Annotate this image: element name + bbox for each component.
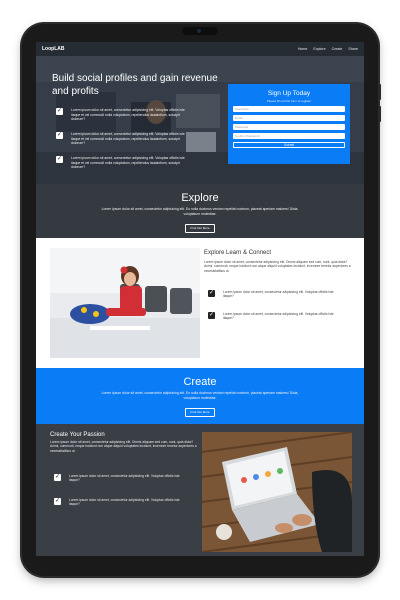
password-input[interactable] xyxy=(233,124,345,130)
hero-list-item-text: Lorem ipsum dolor sit amet, consectetur … xyxy=(71,156,185,170)
nav-link-share[interactable]: Share xyxy=(348,47,358,51)
laptop-image xyxy=(202,432,352,552)
learn-list-item-text: Lorem ipsum dolor sit amet, consectetur … xyxy=(223,312,334,321)
hero-section: Build social profiles and gain revenue a… xyxy=(36,42,364,184)
create-find-out-more-button[interactable]: Find Out More xyxy=(185,407,215,417)
volume-button xyxy=(378,84,381,100)
explore-title: Explore xyxy=(181,192,219,204)
passion-title: Create Your Passion xyxy=(50,432,105,438)
navbar: LoopLAB Home Explore Create Share xyxy=(36,42,364,56)
confirm-password-input[interactable] xyxy=(233,133,345,139)
username-input[interactable] xyxy=(233,106,345,112)
girl-drawing-image xyxy=(50,248,200,358)
learn-title: Explore Learn & Connect xyxy=(204,250,272,256)
passion-list-item: ✓ Lorem ipsum dolor sit amet, consectetu… xyxy=(54,498,189,507)
submit-button[interactable]: Submit xyxy=(233,142,345,148)
nav-link-explore[interactable]: Explore xyxy=(313,47,325,51)
check-icon: ✓ xyxy=(208,312,215,319)
nav-links: Home Explore Create Share xyxy=(298,47,358,51)
hero-list-item: ✓ Lorem ipsum dolor sit amet, consectetu… xyxy=(56,108,189,122)
hero-list-item: ✓ Lorem ipsum dolor sit amet, consectetu… xyxy=(56,156,189,170)
check-icon: ✓ xyxy=(54,498,61,505)
hero-list-item-text: Lorem ipsum dolor sit amet, consectetur … xyxy=(71,108,185,122)
passion-list-item-text: Lorem ipsum dolor sit amet, consectetur … xyxy=(69,498,180,507)
nav-link-create[interactable]: Create xyxy=(332,47,343,51)
check-icon: ✓ xyxy=(56,156,63,163)
passion-text: Lorem ipsum dolor sit amet, consectetur … xyxy=(50,440,197,453)
brand-logo[interactable]: LoopLAB xyxy=(42,46,65,52)
explore-find-out-more-button[interactable]: Find Out More xyxy=(185,223,215,233)
learn-list-item-text: Lorem ipsum dolor sit amet, consectetur … xyxy=(223,290,334,299)
learn-list-item: ✓ Lorem ipsum dolor sit amet, consectetu… xyxy=(208,312,343,321)
explore-section: Explore Lorem ipsum dolor sit amet, cons… xyxy=(36,184,364,238)
email-input[interactable] xyxy=(233,115,345,121)
signup-form: Sign Up Today Please fill out this form … xyxy=(228,84,350,164)
nav-link-home[interactable]: Home xyxy=(298,47,308,51)
hero-list-item-text: Lorem ipsum dolor sit amet, consectetur … xyxy=(71,132,185,146)
learn-text: Lorem ipsum dolor sit amet, consectetur … xyxy=(204,260,351,273)
camera-notch xyxy=(182,27,218,35)
passion-list-item-text: Lorem ipsum dolor sit amet, consectetur … xyxy=(69,474,180,483)
learn-list-item: ✓ Lorem ipsum dolor sit amet, consectetu… xyxy=(208,290,343,299)
passion-section: Create Your Passion Lorem ipsum dolor si… xyxy=(36,424,364,556)
web-page: LoopLAB Home Explore Create Share Build … xyxy=(36,42,364,556)
passion-list-item: ✓ Lorem ipsum dolor sit amet, consectetu… xyxy=(54,474,189,483)
signup-title: Sign Up Today xyxy=(267,90,311,97)
learn-section: Explore Learn & Connect Lorem ipsum dolo… xyxy=(36,238,364,368)
create-section: Create Lorem ipsum dolor sit amet, conse… xyxy=(36,368,364,424)
signup-subtitle: Please fill out this form to register xyxy=(266,99,312,103)
create-text: Lorem ipsum dolor sit amet, consectetur … xyxy=(101,391,299,400)
check-icon: ✓ xyxy=(56,108,63,115)
hero-title: Build social profiles and gain revenue a… xyxy=(52,73,218,97)
volume-button-lower xyxy=(378,106,381,122)
hero-list-item: ✓ Lorem ipsum dolor sit amet, consectetu… xyxy=(56,132,189,146)
check-icon: ✓ xyxy=(54,474,61,481)
explore-text: Lorem ipsum dolor sit amet, consectetur … xyxy=(101,207,299,216)
check-icon: ✓ xyxy=(208,290,215,297)
create-title: Create xyxy=(183,376,217,388)
check-icon: ✓ xyxy=(56,132,63,139)
